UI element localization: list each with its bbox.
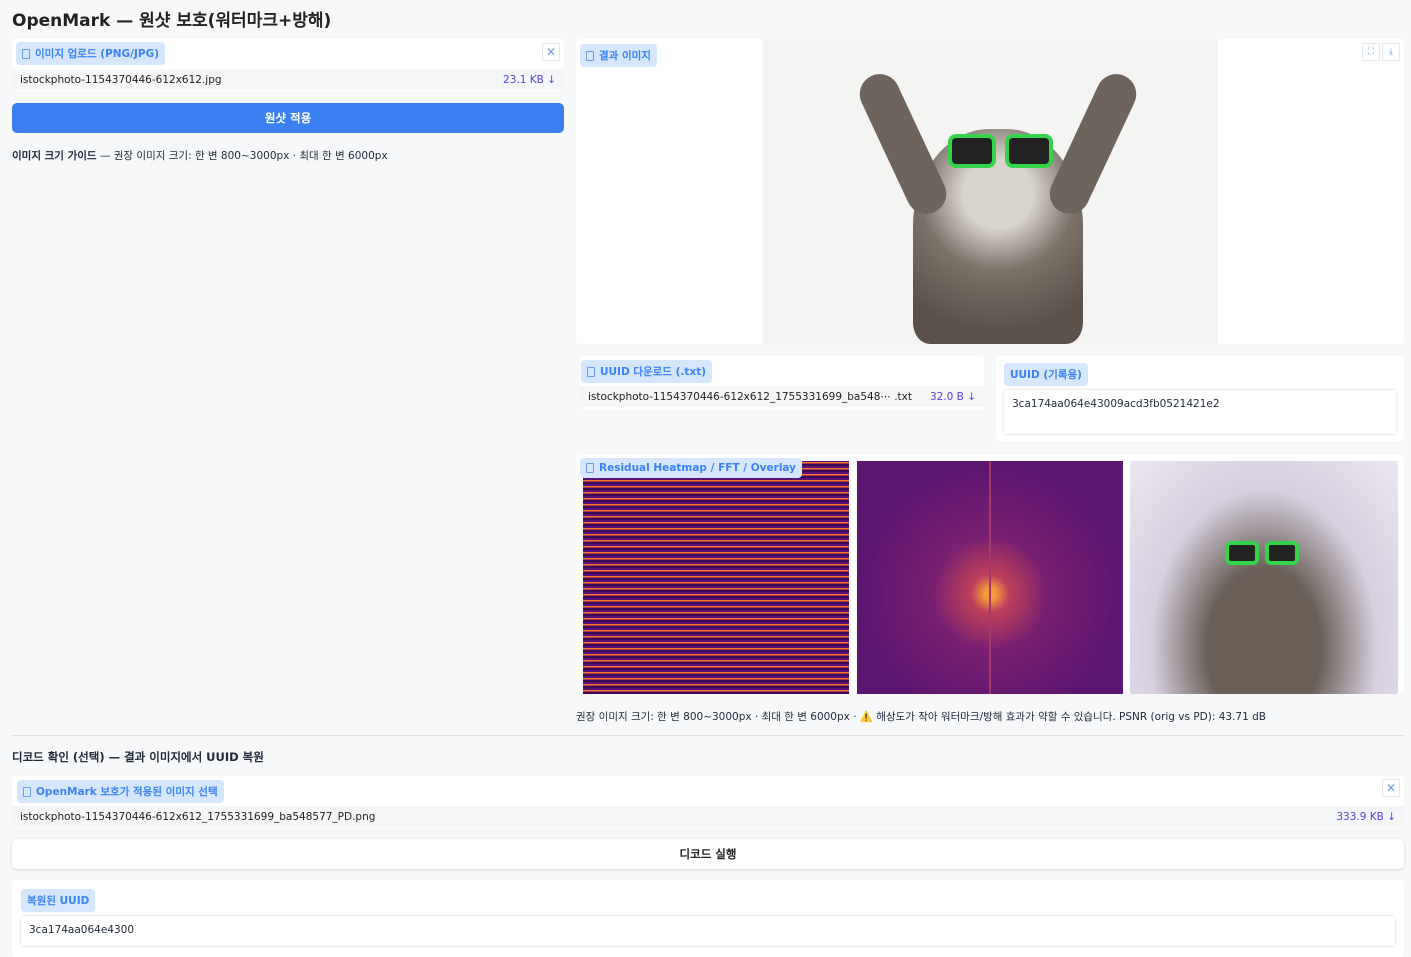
- file-name: istockphoto-1154370446-612x612.jpg: [20, 73, 222, 86]
- decode-title: 디코드 확인 (선택) — 결과 이미지에서 UUID 복원: [12, 750, 264, 764]
- image-icon: [586, 463, 594, 473]
- guide-text: — 권장 이미지 크기: 한 변 800~3000px · 최대 한 변 600…: [96, 150, 388, 162]
- uuid-record: UUID (기록용) 3ca174aa064e43009acd3fb052142…: [996, 356, 1404, 441]
- file-size-download[interactable]: 333.9 KB ↓: [1336, 811, 1396, 823]
- decode-file-label: OpenMark 보호가 적용된 이미지 선택: [17, 780, 224, 803]
- result-caption: 권장 이미지 크기: 한 변 800~3000px · 최대 한 변 6000p…: [576, 711, 1266, 723]
- file-row: istockphoto-1154370446-612x612_175533169…: [580, 386, 984, 407]
- image-upload[interactable]: 이미지 업로드 (PNG/JPG) ✕ istockphoto-11543704…: [12, 39, 564, 91]
- decode-image-upload[interactable]: OpenMark 보호가 적용된 이미지 선택 ✕ istockphoto-11…: [12, 776, 1404, 828]
- recovered-uuid-label: 복원된 UUID: [21, 889, 96, 912]
- result-image: [763, 39, 1218, 344]
- image-icon: [586, 50, 594, 61]
- recovered-uuid-field[interactable]: 3ca174aa064e4300: [21, 916, 1395, 946]
- residual-heatmap-image[interactable]: [583, 461, 849, 694]
- download-icon[interactable]: ⤓: [1382, 43, 1400, 61]
- decode-file-label-text: OpenMark 보호가 적용된 이미지 선택: [36, 786, 218, 798]
- uuid-record-label: UUID (기록용): [1004, 363, 1088, 386]
- file-icon: [23, 786, 31, 797]
- fft-image[interactable]: [857, 461, 1123, 694]
- file-size-download[interactable]: 32.0 B ↓: [930, 391, 976, 403]
- gallery-panel: Residual Heatmap / FFT / Overlay: [576, 455, 1404, 694]
- close-icon[interactable]: ✕: [1382, 779, 1400, 797]
- divider: [12, 735, 1404, 736]
- result-label-text: 결과 이미지: [599, 50, 651, 62]
- upload-label: 이미지 업로드 (PNG/JPG): [16, 42, 166, 65]
- recovered-uuid: 복원된 UUID 3ca174aa064e4300: [12, 880, 1404, 957]
- fullscreen-icon[interactable]: ⛶: [1362, 43, 1380, 61]
- page-title: OpenMark — 원샷 보호(워터마크+방해): [12, 11, 332, 31]
- file-row: istockphoto-1154370446-612x612_175533169…: [12, 806, 1404, 827]
- size-guide: 이미지 크기 가이드 — 권장 이미지 크기: 한 변 800~3000px ·…: [12, 148, 388, 163]
- file-row: istockphoto-1154370446-612x612.jpg 23.1 …: [12, 69, 564, 90]
- close-icon[interactable]: ✕: [542, 43, 560, 61]
- uuid-download-label-text: UUID 다운로드 (.txt): [600, 366, 707, 378]
- decode-button[interactable]: 디코드 실행: [12, 839, 1404, 869]
- result-label: 결과 이미지: [580, 44, 657, 67]
- file-icon: [22, 48, 30, 59]
- gallery-label: Residual Heatmap / FFT / Overlay: [580, 458, 803, 478]
- uuid-download[interactable]: UUID 다운로드 (.txt) istockphoto-1154370446-…: [580, 356, 984, 410]
- uuid-download-label: UUID 다운로드 (.txt): [581, 360, 713, 383]
- file-name: istockphoto-1154370446-612x612_175533169…: [588, 390, 913, 403]
- file-icon: [587, 366, 595, 377]
- guide-title: 이미지 크기 가이드: [12, 150, 97, 162]
- file-size-download[interactable]: 23.1 KB ↓: [503, 74, 556, 86]
- uuid-record-field[interactable]: 3ca174aa064e43009acd3fb0521421e2: [1004, 390, 1396, 434]
- gallery-label-text: Residual Heatmap / FFT / Overlay: [599, 462, 797, 474]
- overlay-image[interactable]: [1130, 461, 1398, 694]
- result-image-panel: 결과 이미지 ⛶ ⤓: [576, 39, 1404, 344]
- apply-button[interactable]: 원샷 적용: [12, 103, 564, 133]
- upload-label-text: 이미지 업로드 (PNG/JPG): [35, 48, 160, 60]
- file-name: istockphoto-1154370446-612x612_175533169…: [20, 810, 376, 823]
